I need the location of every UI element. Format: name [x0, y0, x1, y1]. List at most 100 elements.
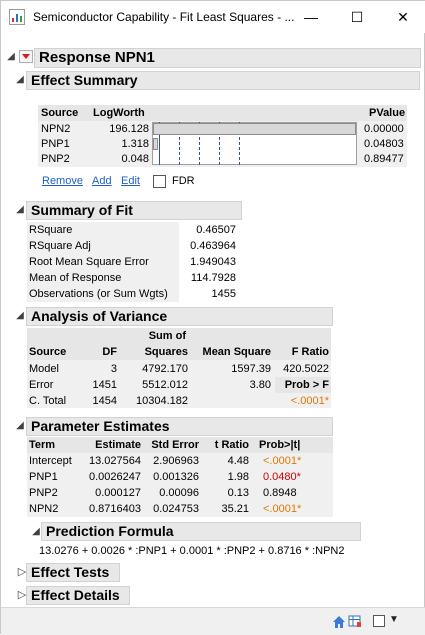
fit-value: 1455: [211, 288, 236, 300]
anova-df: 1451: [92, 379, 117, 391]
chevron-down-icon[interactable]: ▼: [389, 614, 399, 625]
fit-label: Root Mean Square Error: [29, 256, 149, 268]
anova-f-ratio: 420.5022: [283, 363, 329, 375]
effect-logworth: 196.128: [109, 123, 149, 135]
red-triangle-menu-button[interactable]: [19, 50, 33, 63]
fit-label: RSquare Adj: [29, 240, 91, 252]
app-window: Semiconductor Capability - Fit Least Squ…: [0, 0, 425, 635]
fit-value: 114.7928: [190, 272, 236, 284]
effect-source: PNP1: [41, 138, 70, 150]
jmp-app-icon: [9, 9, 25, 25]
red-triangle-icon: [22, 54, 30, 59]
param-term: NPN2: [29, 503, 59, 515]
table-icon[interactable]: [348, 614, 362, 628]
prediction-formula-toggle-icon[interactable]: ◢: [31, 527, 41, 537]
param-estimate: 0.8716403: [89, 503, 141, 515]
effect-logworth: 0.048: [121, 153, 149, 165]
prediction-formula-text: 13.0276 + 0.0026 * :PNP1 + 0.0001 * :PNP…: [39, 545, 345, 557]
edit-link[interactable]: Edit: [121, 174, 140, 188]
effect-details-header[interactable]: Effect Details: [26, 586, 130, 605]
maximize-button[interactable]: ☐: [334, 1, 380, 33]
report-content: ◢ Response NPN1 ◢ Effect Summary Source …: [1, 33, 425, 607]
minimize-button[interactable]: —: [288, 1, 334, 33]
effect-tests-header[interactable]: Effect Tests: [26, 563, 120, 582]
effect-summary-toggle-icon[interactable]: ◢: [15, 75, 25, 85]
param-stderr: 0.001326: [153, 471, 199, 483]
close-icon: ✕: [397, 8, 409, 25]
collapse-triangle-icon[interactable]: ◢: [6, 52, 16, 62]
prediction-formula-header[interactable]: Prediction Formula: [41, 522, 361, 541]
parameter-estimates-header[interactable]: Parameter Estimates: [26, 417, 333, 436]
anova-col-df: DF: [102, 346, 117, 358]
anova-df: 1454: [92, 395, 117, 407]
anova-ss: 5512.012: [142, 379, 188, 391]
anova-prob-f-label: Prob > F: [284, 379, 329, 391]
response-header[interactable]: Response NPN1: [34, 48, 421, 68]
param-prob: 0.8948: [263, 487, 297, 499]
summary-of-fit-toggle-icon[interactable]: ◢: [15, 205, 25, 215]
parameter-estimates-toggle-icon[interactable]: ◢: [15, 421, 25, 431]
logworth-bar: [153, 123, 356, 135]
col-header-source: Source: [41, 107, 79, 119]
window-title: Semiconductor Capability - Fit Least Squ…: [33, 10, 295, 24]
param-col-tratio: t Ratio: [214, 439, 249, 451]
param-estimate: 0.000127: [95, 487, 141, 499]
fdr-checkbox[interactable]: [153, 175, 166, 188]
param-col-prob: Prob>|t|: [259, 439, 301, 451]
param-estimate: 0.0026247: [89, 471, 141, 483]
logworth-bar: [153, 138, 158, 150]
status-bar: ▼: [1, 607, 425, 635]
param-term: PNP1: [29, 471, 58, 483]
effect-logworth: 1.318: [121, 138, 149, 150]
col-header-logworth: LogWorth: [93, 107, 145, 119]
effect-source: NPN2: [41, 123, 71, 135]
param-col-stderr: Std Error: [151, 439, 199, 451]
anova-source: Error: [29, 379, 54, 391]
param-stderr: 0.024753: [153, 503, 199, 515]
param-term: Intercept: [29, 455, 72, 467]
home-icon[interactable]: [331, 614, 347, 630]
anova-col-ss-bottom: Squares: [144, 346, 188, 358]
anova-df: 3: [110, 363, 117, 375]
anova-prob-f-value: <.0001*: [290, 395, 329, 407]
param-term: PNP2: [29, 487, 58, 499]
anova-col-f: F Ratio: [291, 346, 329, 358]
anova-col-ms: Mean Square: [202, 346, 271, 358]
title-bar: Semiconductor Capability - Fit Least Squ…: [1, 1, 425, 33]
anova-ms: 3.80: [249, 379, 271, 391]
summary-of-fit-header[interactable]: Summary of Fit: [26, 201, 242, 220]
anova-col-source: Source: [29, 346, 67, 358]
remove-link[interactable]: Remove: [42, 174, 83, 188]
param-tratio: 1.98: [227, 471, 249, 483]
minimize-icon: —: [304, 9, 318, 25]
param-prob: <.0001*: [263, 503, 302, 515]
anova-ms: 1597.39: [231, 363, 271, 375]
effect-pvalue: 0.89477: [364, 153, 404, 165]
anova-source: C. Total: [29, 395, 67, 407]
param-prob: <.0001*: [263, 455, 302, 467]
param-stderr: 0.00096: [159, 487, 199, 499]
param-stderr: 2.906963: [153, 455, 199, 467]
param-col-term: Term: [29, 439, 56, 451]
param-prob: 0.0480*: [263, 471, 301, 483]
fit-value: 0.463964: [190, 240, 236, 252]
fit-value: 1.949043: [190, 256, 236, 268]
effect-summary-header[interactable]: Effect Summary: [26, 71, 420, 90]
param-tratio: 4.48: [227, 455, 249, 467]
select-checkbox[interactable]: [373, 615, 385, 627]
fdr-label: FDR: [172, 175, 195, 187]
anova-ss: 10304.182: [136, 395, 188, 407]
add-link[interactable]: Add: [92, 174, 112, 188]
maximize-icon: ☐: [350, 8, 364, 25]
param-estimate: 13.027564: [89, 455, 141, 467]
col-header-pvalue: PValue: [369, 107, 406, 119]
anova-source: Model: [29, 363, 59, 375]
param-col-estimate: Estimate: [95, 439, 141, 451]
fit-label: RSquare: [29, 224, 73, 236]
fit-label: Mean of Response: [29, 272, 122, 284]
anova-ss: 4792.170: [142, 363, 188, 375]
close-button[interactable]: ✕: [380, 1, 425, 33]
anova-header[interactable]: Analysis of Variance: [26, 307, 333, 326]
param-tratio: 0.13: [227, 487, 249, 499]
anova-toggle-icon[interactable]: ◢: [15, 311, 25, 321]
